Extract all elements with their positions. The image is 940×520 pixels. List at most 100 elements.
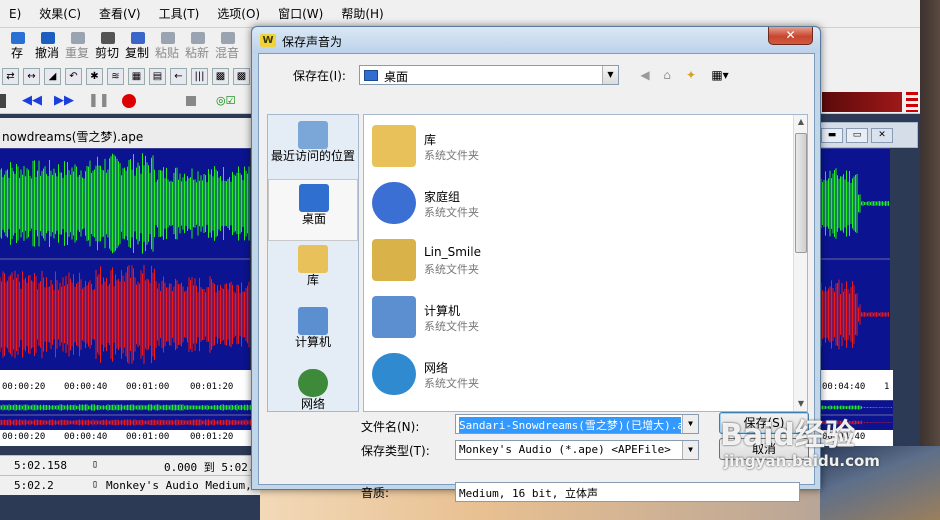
toolbar-icon: [221, 32, 235, 44]
timeline-mark: 00:01:00: [126, 382, 170, 392]
timeline-mark: 00:01:20: [190, 382, 234, 392]
stop-square-icon[interactable]: [186, 96, 196, 106]
timeline-mark: 00:00:40: [64, 432, 108, 442]
timeline-ruler-right: 00:04:40 1: [818, 370, 893, 400]
toolbar-button[interactable]: 复制: [122, 30, 152, 64]
up-folder-icon[interactable]: ⌂: [659, 68, 675, 82]
file-list-scrollbar[interactable]: ▲ ▼: [793, 115, 807, 411]
scroll-thumb[interactable]: [795, 133, 807, 253]
filename-label: 文件名(N):: [361, 420, 420, 434]
place-desktop[interactable]: 桌面: [268, 179, 358, 241]
waveform-channel: [818, 168, 889, 239]
tool-12-icon[interactable]: ▩: [233, 67, 250, 85]
tool-3-icon[interactable]: ◢: [44, 67, 61, 85]
tool-4-icon[interactable]: ↶: [65, 67, 82, 85]
fast-forward-icon[interactable]: ▶▶: [54, 94, 78, 108]
list-item[interactable]: 库系统文件夹: [368, 119, 788, 173]
timeline-mark: 00:00:20: [2, 382, 46, 392]
file-type: 系统文件夹: [424, 263, 479, 276]
tool-5-icon[interactable]: ✱: [86, 67, 103, 85]
menu-help[interactable]: 帮助(H): [332, 5, 392, 22]
toolbar-button[interactable]: 粘新: [182, 30, 212, 64]
toolbar-button[interactable]: 粘贴: [152, 30, 182, 64]
toolbar-button[interactable]: 撤消: [32, 30, 62, 64]
list-item[interactable]: 计算机 系统文件夹: [368, 290, 788, 344]
list-item[interactable]: 网络 系统文件夹: [368, 347, 788, 401]
chevron-down-icon[interactable]: ▼: [682, 415, 698, 433]
filename-input[interactable]: Sandari-Snowdreams(雪之梦)(已增大).ape ▼: [455, 414, 699, 434]
menu-options[interactable]: 选项(O): [208, 5, 269, 22]
toolbar-button[interactable]: 存: [2, 30, 32, 64]
menu-window[interactable]: 窗口(W): [269, 5, 332, 22]
timeline-mark: 00:01:00: [126, 432, 170, 442]
computer-icon: [298, 307, 328, 335]
tool-9-icon[interactable]: ←: [170, 67, 187, 85]
minimize-icon[interactable]: ▬: [821, 128, 843, 143]
toolbar-icon: [11, 32, 25, 44]
places-bar: 最近访问的位置 桌面库计算机 网络: [267, 114, 359, 412]
tool-1-icon[interactable]: ⇄: [2, 67, 19, 85]
scroll-down-icon[interactable]: ▼: [796, 399, 806, 409]
filetype-select[interactable]: Monkey's Audio (*.ape) <APEFile> ▼: [455, 440, 699, 460]
file-type: 系统文件夹: [424, 377, 479, 390]
chevron-down-icon[interactable]: ▼: [682, 441, 698, 459]
restore-icon[interactable]: ▭: [846, 128, 868, 143]
filetype-label: 保存类型(T):: [361, 444, 430, 458]
toolbar-button[interactable]: 重复: [62, 30, 92, 64]
tool-11-icon[interactable]: ▩: [212, 67, 229, 85]
tool-2-icon[interactable]: ↔: [23, 67, 40, 85]
place-library[interactable]: 库: [268, 241, 358, 303]
file-name: Lin_Smile: [424, 245, 481, 259]
toolbar-label: 混音: [214, 46, 239, 60]
back-icon[interactable]: ◀: [637, 68, 653, 82]
record-icon[interactable]: [122, 94, 136, 108]
tool-8-icon[interactable]: ▤: [149, 67, 166, 85]
document-window-controls: ▬ ▭ ✕: [818, 122, 918, 148]
menu-tools[interactable]: 工具(T): [150, 5, 209, 22]
tool-10-icon[interactable]: |||: [191, 67, 208, 85]
file-name: 家庭组: [424, 190, 461, 204]
waveform-left[interactable]: [0, 148, 250, 370]
pause-icon[interactable]: ❚❚: [88, 94, 110, 108]
close-doc-icon[interactable]: ✕: [871, 128, 893, 143]
place-computer[interactable]: 计算机: [268, 303, 358, 365]
place-network[interactable]: 网络: [268, 365, 358, 427]
computer-icon: [372, 296, 416, 338]
list-item[interactable]: Lin_Smile 系统文件夹: [368, 233, 788, 287]
timeline-mark: 1: [884, 382, 890, 392]
menu-view[interactable]: 查看(V): [90, 5, 150, 22]
toolbar-icon: [161, 32, 175, 44]
stop-icon[interactable]: [0, 94, 6, 108]
watermark-url: jingyan.baidu.com: [724, 452, 880, 470]
list-item[interactable]: 家庭组 系统文件夹: [368, 176, 788, 230]
dialog-titlebar[interactable]: W 保存声音为 ✕: [252, 27, 820, 53]
quality-select[interactable]: Medium, 16 bit, 立体声: [455, 482, 800, 502]
tool-7-icon[interactable]: ▦: [128, 67, 145, 85]
toolbar-label: 撤消: [34, 46, 59, 60]
timeline-mark: 00:01:20: [190, 432, 234, 442]
menu-edit[interactable]: E): [0, 7, 30, 21]
overview-strip[interactable]: [0, 400, 255, 430]
chevron-down-icon[interactable]: ▼: [602, 66, 618, 84]
rewind-icon[interactable]: ◀◀: [22, 94, 46, 108]
file-name: 网络: [424, 361, 449, 375]
status-length: 5:02.158: [14, 459, 67, 472]
close-button[interactable]: ✕: [768, 27, 813, 45]
waveform-right[interactable]: [818, 148, 890, 370]
waveform-channel: [818, 279, 889, 350]
place-label: 计算机: [294, 335, 331, 349]
tool-6-icon[interactable]: ≋: [107, 67, 124, 85]
watermark-logo: Baid经验: [720, 418, 855, 453]
scroll-up-icon[interactable]: ▲: [796, 117, 806, 127]
place-recent[interactable]: 最近访问的位置: [268, 117, 358, 179]
new-folder-icon[interactable]: ✦: [683, 68, 699, 82]
toolbar-label: 剪切: [94, 46, 119, 60]
level-meter: [822, 92, 902, 112]
toolbar-button[interactable]: 混音: [212, 30, 242, 64]
loop-icon[interactable]: ◎☑: [216, 94, 246, 108]
status-time: 5:02.2: [14, 479, 54, 492]
menu-effects[interactable]: 效果(C): [30, 5, 90, 22]
save-in-select[interactable]: 桌面 ▼: [359, 65, 619, 85]
toolbar-button[interactable]: 剪切: [92, 30, 122, 64]
view-menu-icon[interactable]: ▦▾: [707, 68, 733, 82]
